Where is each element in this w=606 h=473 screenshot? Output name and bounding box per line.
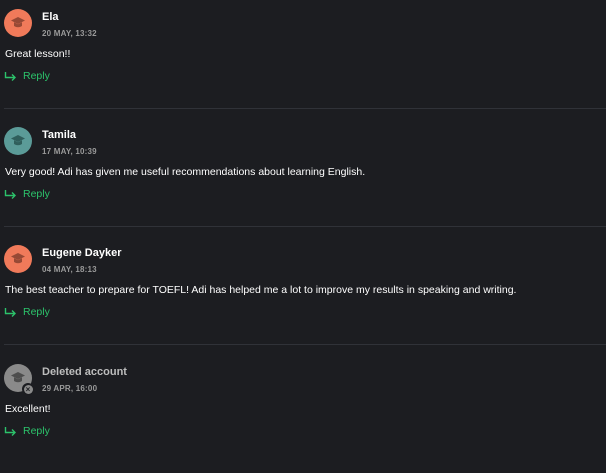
comment-item: Eugene Dayker 04 MAY, 18:13 The best tea… <box>0 236 606 354</box>
reply-label: Reply <box>23 70 50 82</box>
graduation-cap-icon <box>11 17 25 28</box>
comment-item: Ela 20 MAY, 13:32 Great lesson!! Reply <box>0 0 606 118</box>
comment-text: Very good! Adi has given me useful recom… <box>5 166 366 178</box>
reply-arrow-icon <box>4 426 16 436</box>
deleted-badge: × <box>22 383 34 395</box>
comment-date: 29 APR, 16:00 <box>42 384 98 393</box>
avatar[interactable] <box>4 9 32 37</box>
comment-date: 04 MAY, 18:13 <box>42 265 97 274</box>
comment-date: 20 MAY, 13:32 <box>42 29 97 38</box>
reply-button[interactable]: Reply <box>4 425 50 437</box>
comment-item: Tamila 17 MAY, 10:39 Very good! Adi has … <box>0 118 606 236</box>
comment-author: Ela <box>42 11 59 23</box>
graduation-cap-icon <box>11 135 25 146</box>
reply-arrow-icon <box>4 307 16 317</box>
reply-arrow-icon <box>4 71 16 81</box>
comment-item: × Deleted account 29 APR, 16:00 Excellen… <box>0 355 606 473</box>
divider <box>4 344 606 345</box>
comment-text: Great lesson!! <box>5 48 71 60</box>
avatar[interactable] <box>4 127 32 155</box>
comment-author: Eugene Dayker <box>42 247 122 259</box>
comment-author: Deleted account <box>42 366 127 378</box>
reply-button[interactable]: Reply <box>4 70 50 82</box>
reply-label: Reply <box>23 425 50 437</box>
divider <box>4 226 606 227</box>
reply-arrow-icon <box>4 189 16 199</box>
divider <box>4 108 606 109</box>
comment-date: 17 MAY, 10:39 <box>42 147 97 156</box>
reply-label: Reply <box>23 188 50 200</box>
reply-label: Reply <box>23 306 50 318</box>
comment-text: Excellent! <box>5 403 51 415</box>
avatar[interactable] <box>4 245 32 273</box>
comment-text: The best teacher to prepare for TOEFL! A… <box>5 284 517 296</box>
close-icon: × <box>23 384 33 394</box>
comment-author: Tamila <box>42 129 77 141</box>
reply-button[interactable]: Reply <box>4 306 50 318</box>
graduation-cap-icon <box>11 253 25 264</box>
reply-button[interactable]: Reply <box>4 188 50 200</box>
